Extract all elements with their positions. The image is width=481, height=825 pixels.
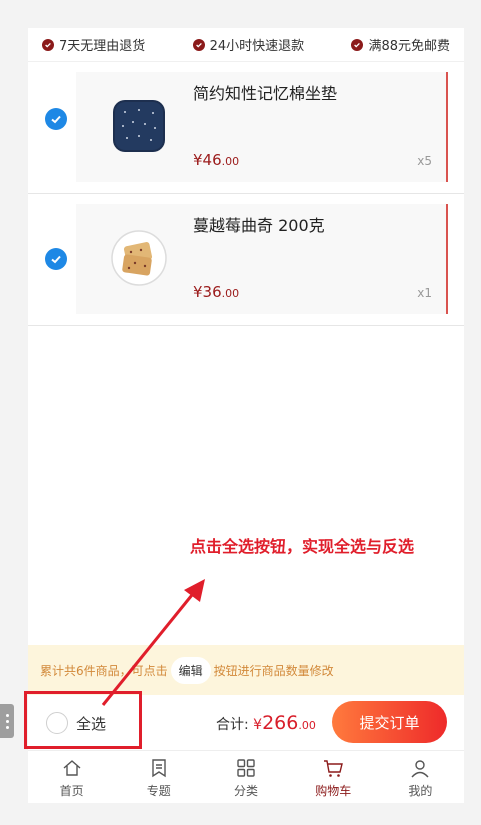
annotation-arrow	[101, 579, 205, 706]
drag-handle[interactable]	[0, 704, 14, 738]
